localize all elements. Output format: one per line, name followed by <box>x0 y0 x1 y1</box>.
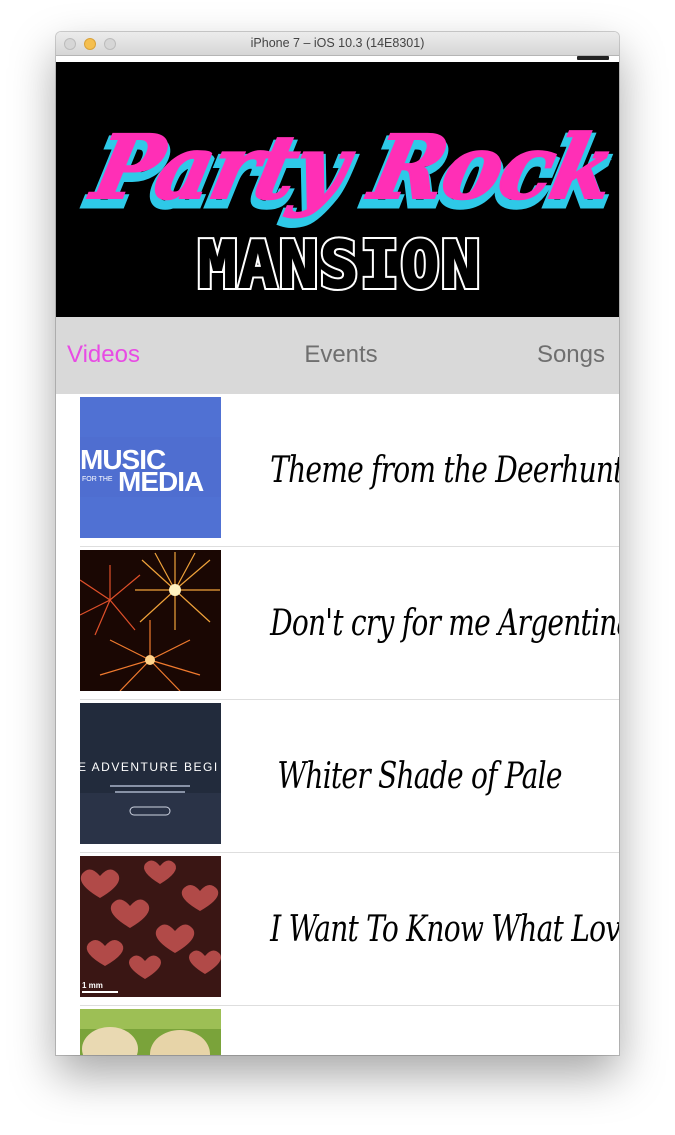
battery-icon <box>577 56 609 60</box>
thumb-text-for-the: FOR THE <box>82 476 113 483</box>
simulator-window: iPhone 7 – iOS 10.3 (14E8301) Party Rock… <box>56 32 619 1055</box>
video-thumbnail: 1 mm <box>80 856 221 997</box>
video-list[interactable]: MUSIC FOR THE MEDIA Theme from the Deerh… <box>56 394 619 1055</box>
video-thumbnail <box>80 550 221 691</box>
tab-songs[interactable]: Songs <box>537 341 605 369</box>
video-title: Whiter Shade of Pale <box>277 756 562 797</box>
thumb-scale-label: 1 mm <box>82 981 103 990</box>
video-thumbnail <box>80 1009 221 1055</box>
video-title: Don't cry for me Argentina <box>270 603 619 644</box>
title-bar: iPhone 7 – iOS 10.3 (14E8301) <box>56 32 619 56</box>
thumb-text-media: MEDIA <box>118 466 204 497</box>
video-title: Theme from the Deerhunter <box>270 450 619 491</box>
video-thumbnail: E ADVENTURE BEGI <box>80 703 221 844</box>
banner-line2-inner: MANSION <box>198 229 482 303</box>
video-row[interactable]: MUSIC FOR THE MEDIA Theme from the Deerh… <box>56 394 619 547</box>
header-banner: Party Rock Party Rock MANSION MANSION <box>56 62 619 317</box>
video-title <box>270 1048 569 1055</box>
thumb-text-adventure: E ADVENTURE BEGI <box>80 760 219 774</box>
video-row[interactable]: E ADVENTURE BEGI Whiter Shade of Pale <box>56 700 619 853</box>
video-row[interactable] <box>56 1006 619 1055</box>
video-row[interactable]: Don't cry for me Argentina <box>56 547 619 700</box>
segmented-control: Videos Events Songs <box>56 317 619 394</box>
video-row[interactable]: 1 mm I Want To Know What Love Is <box>56 853 619 1006</box>
party-rock-mansion-logo: Party Rock Party Rock MANSION MANSION <box>76 114 619 306</box>
window-title: iPhone 7 – iOS 10.3 (14E8301) <box>250 36 425 50</box>
video-title: I Want To Know What Love Is <box>270 909 619 950</box>
banner-line1-fill: Party Rock <box>82 115 619 219</box>
tab-events[interactable]: Events <box>56 341 619 369</box>
video-thumbnail: MUSIC FOR THE MEDIA <box>80 397 221 538</box>
